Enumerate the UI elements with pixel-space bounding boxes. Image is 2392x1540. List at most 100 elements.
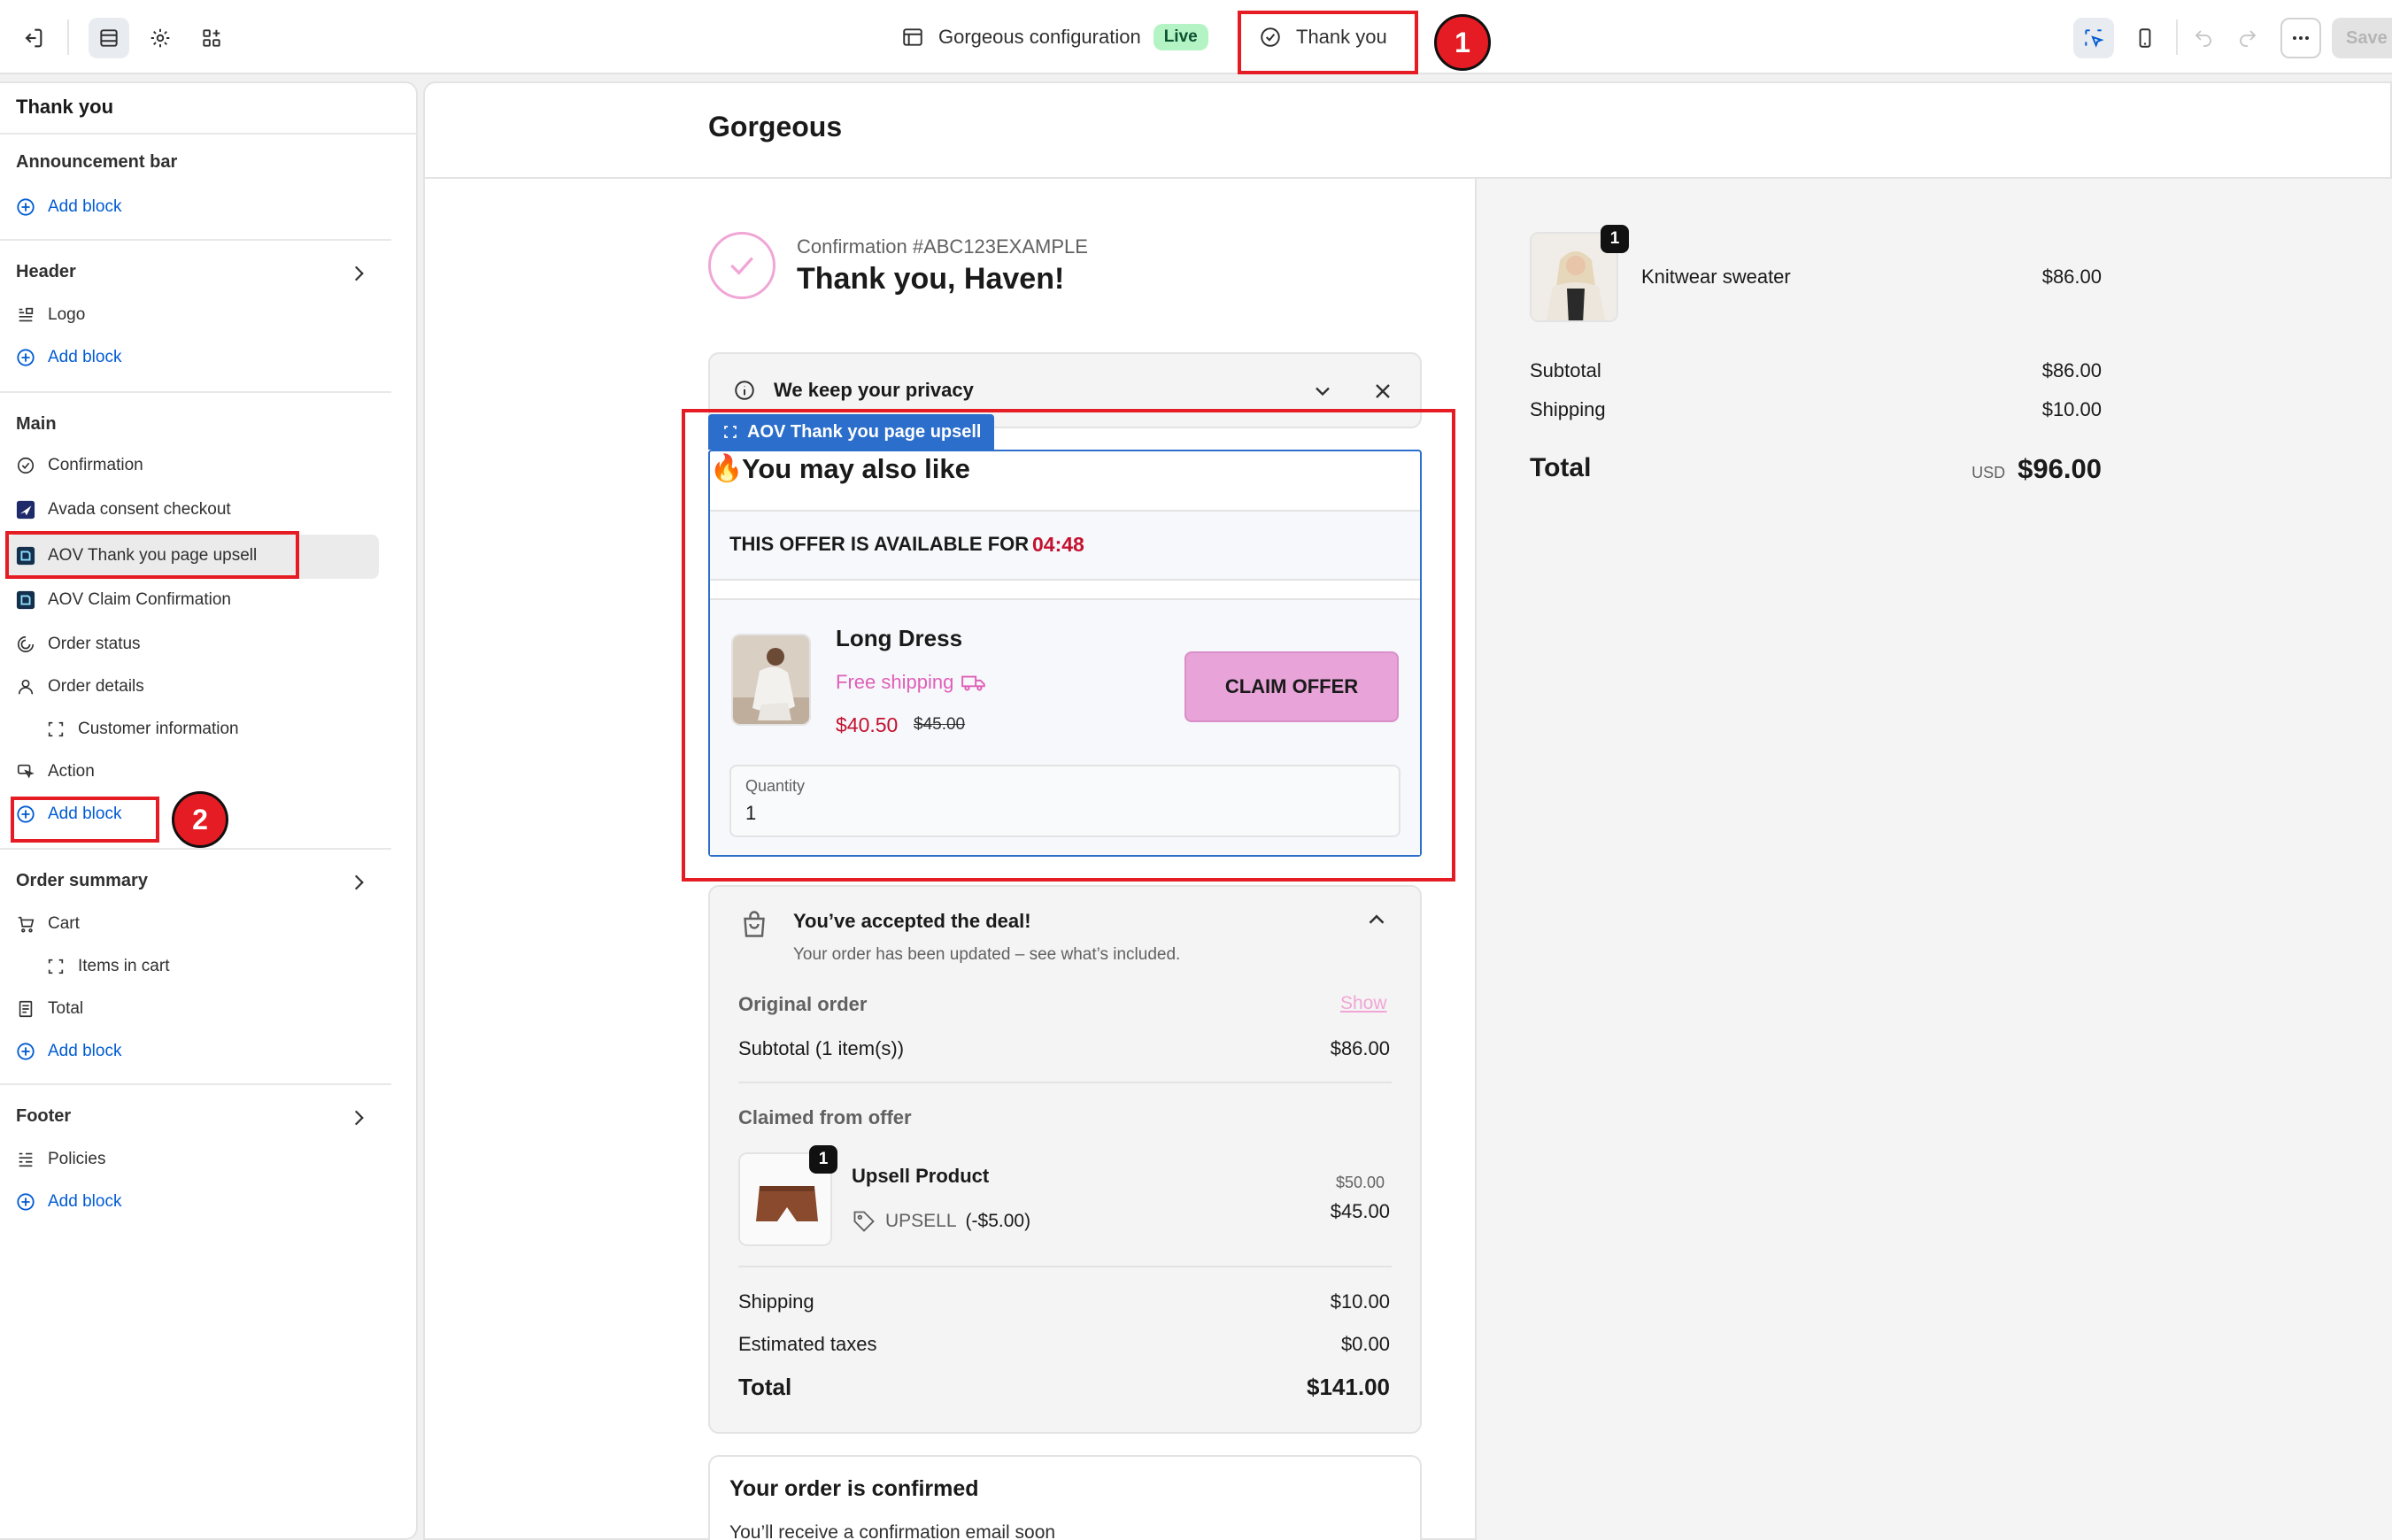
- annotation-badge-1: 1: [1434, 14, 1491, 71]
- live-badge: Live: [1153, 24, 1208, 50]
- sidebar-item-label: Order status: [48, 635, 141, 653]
- more-button[interactable]: [2280, 18, 2321, 58]
- chevron-right-icon[interactable]: [347, 1106, 370, 1129]
- shipping-value: $10.00: [1330, 1290, 1390, 1313]
- section-announcement-bar[interactable]: Announcement bar: [16, 152, 177, 173]
- plus-circle-icon: [17, 1043, 35, 1060]
- summary-currency: USD: [1971, 464, 2006, 481]
- summary-total-value: $96.00: [2018, 453, 2102, 484]
- original-order-label: Original order: [738, 993, 868, 1015]
- section-order-summary[interactable]: Order summary: [16, 871, 148, 891]
- summary-shipping-label: Shipping: [1530, 398, 1606, 420]
- sidebar-item-label: Policies: [48, 1150, 106, 1168]
- chevron-down-icon[interactable]: [1310, 379, 1335, 404]
- annotation-box-upsell-preview: [682, 409, 1455, 882]
- add-block-announcement[interactable]: Add block: [16, 193, 121, 221]
- receipt-icon: [19, 1000, 33, 1018]
- sidebar-item-avada-consent[interactable]: Avada consent checkout: [16, 496, 231, 524]
- discount-code: UPSELL (-$5.00): [852, 1209, 1030, 1234]
- show-link[interactable]: Show: [1340, 993, 1387, 1014]
- cursor-click-icon: [17, 764, 35, 779]
- apps-button[interactable]: [191, 18, 232, 58]
- chevron-right-icon[interactable]: [347, 262, 370, 285]
- sidebar-title: Thank you: [16, 96, 114, 118]
- sections-button[interactable]: [89, 18, 129, 58]
- add-block-header[interactable]: Add block: [16, 343, 121, 372]
- accepted-subtitle: Your order has been updated – see what’s…: [793, 945, 1181, 964]
- settings-button[interactable]: [140, 18, 181, 58]
- select-cursor-icon: [2085, 29, 2104, 48]
- add-block-label: Add block: [48, 1192, 122, 1211]
- sidebar-item-items-in-cart[interactable]: Items in cart: [46, 952, 169, 981]
- save-button[interactable]: Save: [2332, 18, 2392, 58]
- sidebar-item-label: Logo: [48, 305, 86, 324]
- add-block-footer[interactable]: Add block: [16, 1188, 121, 1216]
- cart-icon: [18, 916, 35, 933]
- chevron-up-icon[interactable]: [1363, 906, 1390, 933]
- add-block-label: Add block: [48, 197, 122, 216]
- sidebar-item-order-status[interactable]: Order status: [16, 630, 141, 658]
- order-confirmed-title: Your order is confirmed: [729, 1476, 979, 1501]
- summary-shipping-value: $10.00: [2041, 398, 2102, 420]
- chevron-right-icon[interactable]: [347, 871, 370, 894]
- summary-total: USD $96.00: [1971, 453, 2102, 485]
- summary-subtotal-value: $86.00: [2041, 359, 2102, 381]
- sidebar-item-label: Action: [48, 762, 95, 781]
- sidebar-item-logo[interactable]: Logo: [16, 301, 85, 329]
- sidebar-item-label: AOV Claim Confirmation: [48, 590, 231, 609]
- redo-button[interactable]: [2227, 18, 2268, 58]
- add-block-label: Add block: [48, 348, 122, 366]
- store-icon: [903, 28, 922, 46]
- discount-code-label: UPSELL: [885, 1211, 957, 1231]
- add-block-summary[interactable]: Add block: [16, 1037, 121, 1066]
- thank-you-heading: Thank you, Haven!: [797, 262, 1065, 296]
- sidebar-item-aov-claim[interactable]: AOV Claim Confirmation: [16, 586, 231, 614]
- sidebar-divider: [0, 848, 391, 850]
- sidebar-item-cart[interactable]: Cart: [16, 910, 80, 938]
- upsell-qty-badge: 1: [809, 1145, 837, 1174]
- annotation-box-upsell-block: [5, 531, 299, 579]
- claimed-from-label: Claimed from offer: [738, 1106, 912, 1128]
- section-header[interactable]: Header: [16, 262, 76, 282]
- confirmation-number: Confirmation #ABC123EXAMPLE: [797, 235, 1088, 258]
- sidebar-item-policies[interactable]: Policies: [16, 1145, 105, 1174]
- section-footer[interactable]: Footer: [16, 1106, 71, 1127]
- exit-button[interactable]: [12, 18, 53, 58]
- order-summary-panel: [1475, 179, 2392, 1540]
- check-icon: [730, 257, 753, 275]
- sidebar-item-label: Customer information: [78, 720, 239, 738]
- block-frame-icon: [48, 721, 64, 737]
- config-selector[interactable]: Gorgeous configuration Live: [901, 0, 1208, 74]
- topbar-divider: [67, 19, 69, 55]
- tag-icon: [853, 1211, 875, 1232]
- sidebar-divider: [0, 133, 418, 135]
- undo-icon: [2195, 30, 2211, 47]
- total-label: Total: [738, 1374, 792, 1400]
- block-frame-icon: [48, 959, 64, 974]
- inspector-button[interactable]: [2073, 18, 2114, 58]
- plus-circle-icon: [17, 1193, 35, 1211]
- exit-icon: [25, 28, 42, 48]
- plus-circle-icon: [17, 198, 35, 216]
- annotation-badge-2: 2: [172, 791, 228, 848]
- sidebar-divider: [0, 391, 391, 393]
- summary-total-label: Total: [1530, 453, 1592, 482]
- sidebar-item-confirmation[interactable]: Confirmation: [16, 451, 143, 480]
- annotation-box-add-block: [11, 797, 159, 843]
- mobile-preview-button[interactable]: [2125, 18, 2165, 58]
- add-block-label: Add block: [48, 1042, 122, 1060]
- section-main[interactable]: Main: [16, 414, 57, 435]
- sidebar-divider: [0, 239, 391, 241]
- sidebar-item-customer-info[interactable]: Customer information: [46, 715, 239, 743]
- sidebar-item-label: Avada consent checkout: [48, 500, 231, 519]
- info-icon: [735, 381, 754, 400]
- accepted-title: You’ve accepted the deal!: [793, 910, 1031, 932]
- close-icon[interactable]: [1370, 379, 1395, 404]
- sidebar-item-total[interactable]: Total: [16, 995, 83, 1023]
- sidebar-item-order-details[interactable]: Order details: [16, 673, 144, 701]
- undo-button[interactable]: [2183, 18, 2224, 58]
- sidebar-divider: [0, 1083, 391, 1085]
- taxes-value: $0.00: [1340, 1333, 1390, 1355]
- sidebar-item-action[interactable]: Action: [16, 758, 95, 786]
- top-bar: Gorgeous configuration Live Thank you Sa…: [0, 0, 2392, 74]
